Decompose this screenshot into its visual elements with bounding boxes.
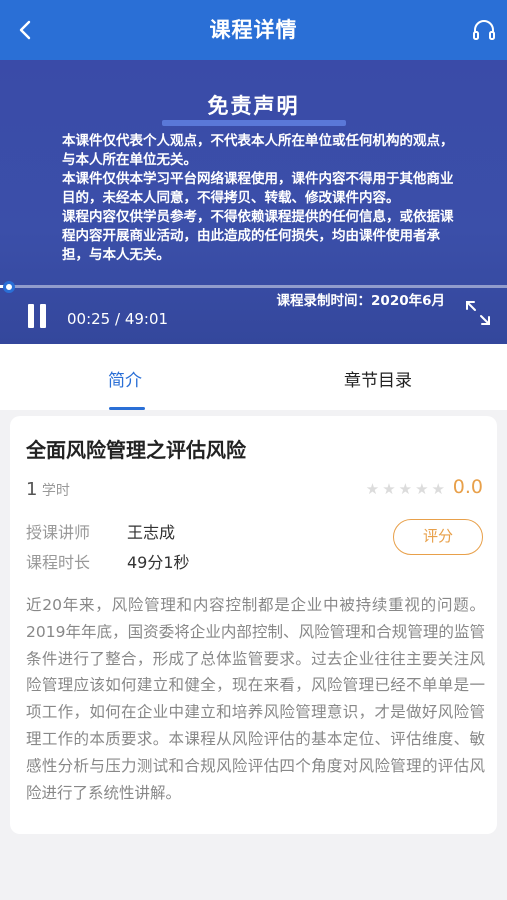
duration-row: 课程时长 49分1秒 bbox=[26, 549, 190, 573]
disclaimer-underline bbox=[162, 120, 346, 126]
star-icon: ★ bbox=[398, 480, 413, 498]
hours-value: 1 bbox=[26, 479, 38, 500]
teacher-label: 授课讲师 bbox=[26, 523, 91, 542]
course-description: 近20年来，风险管理和内容控制都是企业中被持续重视的问题。2019年年底，国资委… bbox=[26, 596, 485, 802]
page-title: 课程详情 bbox=[209, 18, 298, 42]
pause-icon[interactable] bbox=[26, 304, 48, 330]
disclaimer-title: 免责声明 bbox=[207, 94, 300, 118]
rating-score: 0.0 bbox=[452, 476, 483, 498]
star-icon: ★ bbox=[431, 480, 445, 498]
progress-track[interactable] bbox=[0, 285, 507, 288]
course-hours: 1 学时 bbox=[26, 479, 70, 500]
fullscreen-icon[interactable] bbox=[463, 298, 493, 328]
tab-intro[interactable]: 简介 bbox=[108, 366, 142, 391]
rating-stars: ★ ★ ★ ★ ★ bbox=[366, 482, 445, 497]
duration-label: 课程时长 bbox=[26, 553, 91, 572]
active-tab-indicator bbox=[109, 407, 145, 410]
course-card: 全面风险管理之评估风险 1 学时 ★ ★ ★ ★ ★ 0.0 授课讲师 王志成 课… bbox=[10, 416, 497, 834]
time-display: 00:25 / 49:01 bbox=[67, 310, 168, 328]
course-title: 全面风险管理之评估风险 bbox=[26, 438, 246, 462]
app-header: 课程详情 bbox=[0, 0, 507, 60]
disclaimer-line: 本课件仅代表个人观点，不代表本人所在单位或任何机构的观点，与本人所在单位无关。 bbox=[62, 133, 454, 168]
progress-knob[interactable] bbox=[3, 281, 15, 293]
star-icon: ★ bbox=[382, 480, 396, 498]
teacher-row: 授课讲师 王志成 bbox=[26, 519, 175, 543]
disclaimer-text: 本课件仅代表个人观点，不代表本人所在单位或任何机构的观点，与本人所在单位无关。 … bbox=[62, 132, 461, 265]
star-icon: ★ bbox=[365, 480, 380, 498]
total-time: 49:01 bbox=[124, 310, 169, 328]
rate-button[interactable]: 评分 bbox=[393, 519, 483, 555]
star-icon: ★ bbox=[415, 480, 429, 498]
headset-icon[interactable] bbox=[471, 18, 497, 44]
teacher-name: 王志成 bbox=[127, 523, 176, 542]
hours-unit: 学时 bbox=[41, 483, 70, 499]
disclaimer-line: 课程内容仅供学员参考，不得依赖课程提供的任何信息，或依据课程内容开展商业活动，由… bbox=[62, 209, 454, 263]
record-time: 课程录制时间：2020年6月 bbox=[276, 293, 445, 309]
duration-value: 49分1秒 bbox=[127, 553, 190, 572]
tab-bar: 简介 章节目录 bbox=[0, 344, 507, 410]
video-player[interactable]: 免责声明 本课件仅代表个人观点，不代表本人所在单位或任何机构的观点，与本人所在单… bbox=[0, 60, 507, 344]
time-separator: / bbox=[110, 310, 125, 328]
disclaimer-line: 本课件仅供本学习平台网络课程使用，课件内容不得用于其他商业目的，未经本人同意，不… bbox=[62, 171, 454, 206]
current-time: 00:25 bbox=[67, 310, 111, 328]
tab-chapters[interactable]: 章节目录 bbox=[344, 366, 412, 391]
